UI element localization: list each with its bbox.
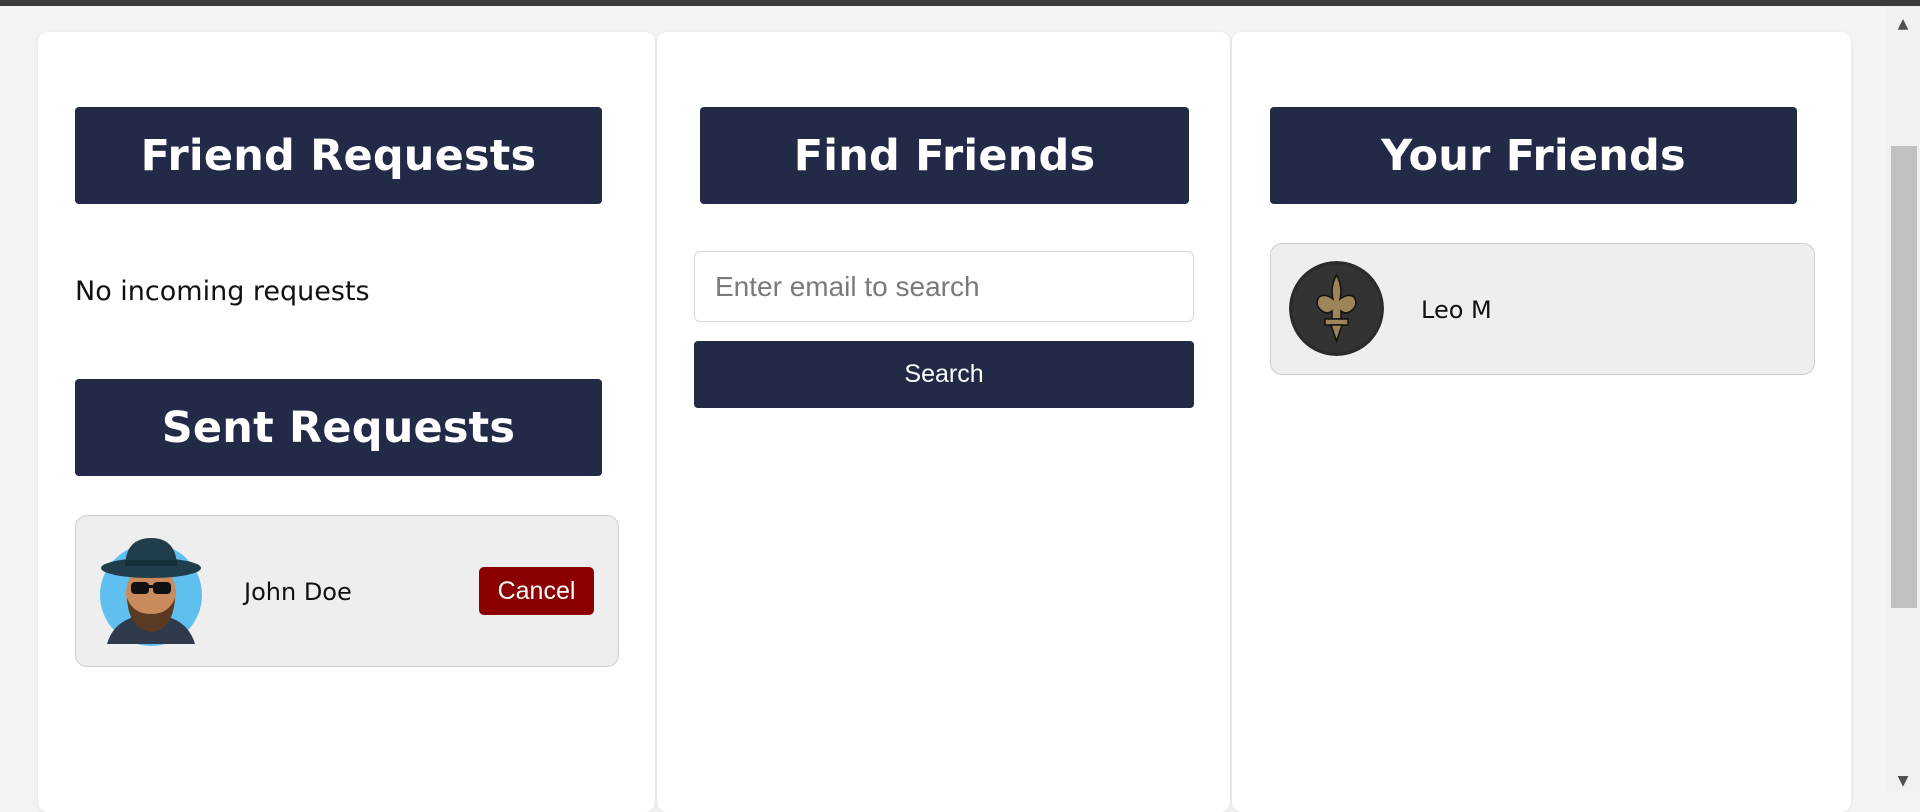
cancel-request-button[interactable]: Cancel (479, 567, 594, 615)
friend-name: Leo M (1421, 296, 1492, 324)
john-doe-avatar (99, 532, 203, 647)
sent-request-name: John Doe (244, 578, 352, 606)
scroll-down-icon[interactable]: ▼ (1886, 771, 1920, 791)
your-friends-title: Your Friends (1270, 107, 1797, 204)
page-scrollbar[interactable]: ▲ ▼ (1886, 6, 1920, 793)
friend-requests-title: Friend Requests (75, 107, 602, 204)
email-search-input[interactable] (694, 251, 1194, 322)
no-incoming-requests-text: No incoming requests (75, 276, 370, 307)
leo-m-avatar (1289, 261, 1384, 356)
find-friends-title: Find Friends (700, 107, 1189, 204)
search-button[interactable]: Search (694, 341, 1194, 408)
scroll-thumb[interactable] (1891, 146, 1917, 608)
window-top-border (0, 0, 1920, 6)
sent-requests-title: Sent Requests (75, 379, 602, 476)
scroll-up-icon[interactable]: ▲ (1886, 14, 1920, 34)
